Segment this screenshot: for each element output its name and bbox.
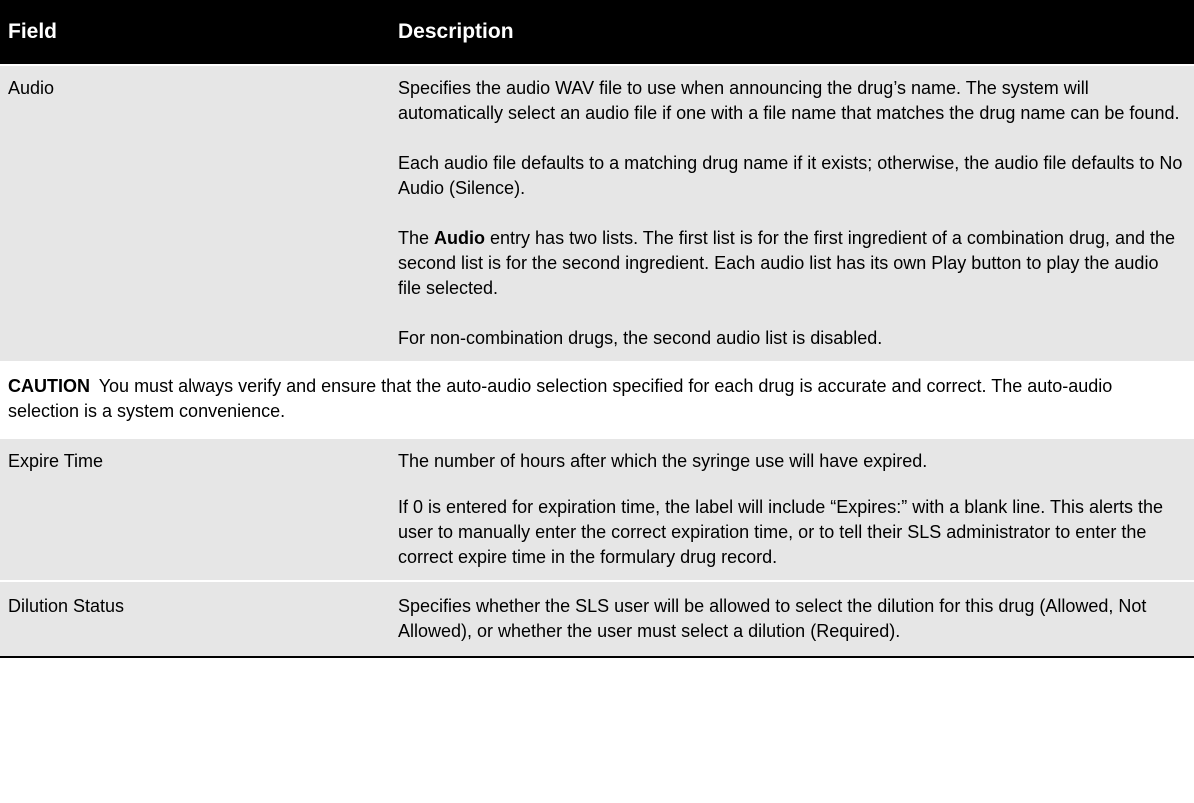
header-field: Field [8, 20, 58, 43]
table-header: Field Description [0, 0, 1194, 64]
field-description: Specifies whether the SLS user will be a… [398, 594, 1194, 644]
caution-note: CAUTION You must always verify and ensur… [0, 361, 1194, 439]
paragraph-text: The [398, 228, 435, 248]
table-row: Expire Time The number of hours after wh… [0, 439, 1194, 580]
description-paragraph: The Audio entry has two lists. The first… [398, 226, 1186, 301]
description-paragraph: Each audio file defaults to a matching d… [398, 153, 1183, 198]
description-paragraph: The number of hours after which the syri… [398, 451, 928, 471]
field-description: The number of hours after which the syri… [398, 449, 1194, 570]
description-paragraph: Specifies the audio WAV file to use when… [398, 78, 1180, 123]
table-row: Dilution Status Specifies whether the SL… [0, 582, 1194, 656]
description-paragraph: Specifies whether the SLS user will be a… [398, 596, 1147, 641]
header-description: Description [398, 20, 514, 43]
field-name: Audio [8, 78, 55, 98]
document-page: Field Description Audio Specifies the au… [0, 0, 1194, 658]
table-row: Audio Specifies the audio WAV file to us… [0, 66, 1194, 361]
description-paragraph: For non-combination drugs, the second au… [398, 328, 883, 348]
field-description: Specifies the audio WAV file to use when… [398, 76, 1194, 351]
description-paragraph: If 0 is entered for expiration time, the… [398, 497, 1164, 567]
caution-label: CAUTION [8, 376, 90, 396]
paragraph-bold-term: Audio [434, 228, 486, 248]
field-name: Dilution Status [8, 596, 125, 616]
caution-text: You must always verify and ensure that t… [8, 376, 1113, 421]
table-bottom-rule [0, 656, 1194, 658]
field-name: Expire Time [8, 451, 104, 471]
paragraph-text: entry has two lists. The first list is f… [398, 228, 1176, 298]
